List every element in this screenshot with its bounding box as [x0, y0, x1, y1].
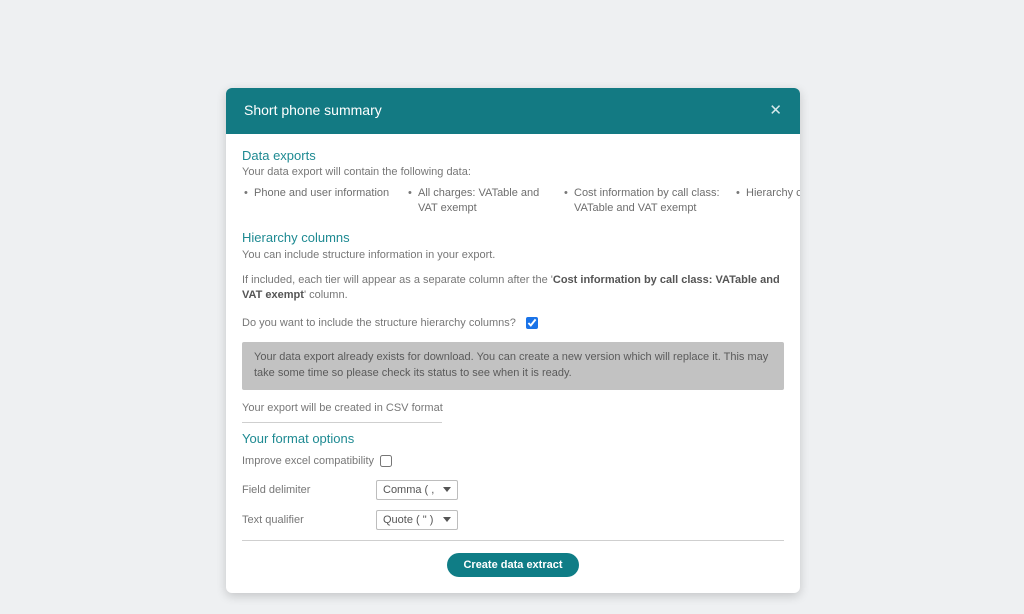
row-text-qualifier: Text qualifier Quote ( " ) [242, 510, 784, 530]
field-delimiter-select[interactable]: Comma ( , ) [376, 480, 458, 500]
text-qualifier-label: Text qualifier [242, 514, 376, 526]
csv-format-note: Your export will be created in CSV forma… [242, 402, 784, 414]
data-exports-heading: Data exports [242, 148, 784, 163]
hierarchy-heading: Hierarchy columns [242, 230, 784, 245]
format-options-heading: Your format options [242, 431, 784, 446]
list-item: Phone and user information [242, 186, 406, 216]
modal-body: Data exports Your data export will conta… [226, 134, 800, 593]
row-excel-compat: Improve excel compatibility [242, 452, 784, 470]
row-field-delimiter: Field delimiter Comma ( , ) [242, 480, 784, 500]
modal-title: Short phone summary [244, 102, 382, 118]
create-data-extract-button[interactable]: Create data extract [447, 553, 578, 577]
hierarchy-question: Do you want to include the structure hie… [242, 317, 516, 329]
modal-header: Short phone summary ✕ [226, 88, 800, 134]
excel-compat-label: Improve excel compatibility [242, 455, 376, 467]
modal-footer: Create data extract [242, 540, 784, 593]
hierarchy-include-checkbox[interactable] [526, 317, 538, 329]
export-modal: Short phone summary ✕ Data exports Your … [226, 88, 800, 593]
field-delimiter-label: Field delimiter [242, 484, 376, 496]
text-qualifier-select[interactable]: Quote ( " ) [376, 510, 458, 530]
divider [242, 422, 442, 423]
hierarchy-p2-post: ' column. [304, 289, 348, 301]
close-icon[interactable]: ✕ [769, 103, 782, 118]
list-item: Cost information by call class: VATable … [562, 186, 734, 216]
info-banner: Your data export already exists for down… [242, 342, 784, 390]
hierarchy-p2-pre: If included, each tier will appear as a … [242, 274, 553, 286]
data-exports-list: Phone and user information All charges: … [242, 186, 784, 216]
data-exports-lead: Your data export will contain the follow… [242, 166, 784, 178]
hierarchy-desc-1: You can include structure information in… [242, 248, 784, 263]
list-item: Hierarchy columns [734, 186, 800, 216]
hierarchy-desc-2: If included, each tier will appear as a … [242, 273, 784, 304]
excel-compat-checkbox[interactable] [380, 455, 392, 467]
list-item: All charges: VATable and VAT exempt [406, 186, 562, 216]
